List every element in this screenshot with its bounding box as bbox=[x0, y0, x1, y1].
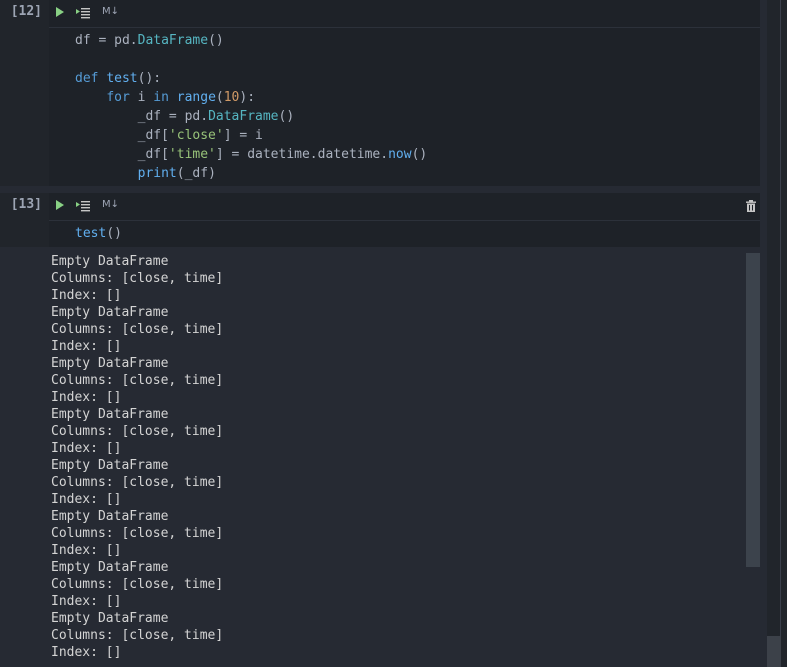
cell-toolbar: M↓ bbox=[49, 193, 760, 221]
code-editor[interactable]: df = pd.DataFrame() def test(): for i in… bbox=[75, 31, 427, 183]
trash-icon[interactable] bbox=[744, 199, 758, 213]
code-cell-13[interactable]: [13] M↓ test() bbox=[0, 193, 760, 247]
output-scroll-thumb[interactable] bbox=[746, 253, 760, 567]
code-line-6: _df['close'] = i bbox=[75, 128, 263, 143]
run-cell-icon[interactable] bbox=[56, 7, 64, 17]
output-text: Empty DataFrame Columns: [close, time] I… bbox=[51, 254, 224, 660]
cell-gutter bbox=[0, 0, 49, 186]
run-cell-icon[interactable] bbox=[56, 200, 64, 210]
execution-count: [13] bbox=[10, 197, 42, 212]
cell-toolbar: M↓ bbox=[49, 0, 760, 28]
code-line-1: test() bbox=[75, 226, 122, 241]
markdown-toggle-button[interactable]: M↓ bbox=[102, 6, 119, 17]
code-line-1: df = pd.DataFrame() bbox=[75, 33, 224, 48]
code-cell-12[interactable]: [12] M↓ df = pd.DataFrame() def test(): … bbox=[0, 0, 760, 186]
code-line-7: _df['time'] = datetime.datetime.now() bbox=[75, 147, 428, 162]
code-line-8: print(_df) bbox=[137, 166, 216, 181]
output-scrollbar[interactable] bbox=[746, 253, 760, 567]
code-line-3: def test(): bbox=[75, 71, 162, 86]
page-scroll-thumb[interactable] bbox=[767, 636, 781, 667]
page-scroll-divider bbox=[780, 0, 781, 667]
run-by-line-icon[interactable] bbox=[76, 199, 90, 213]
code-editor[interactable]: test() bbox=[75, 224, 122, 243]
markdown-toggle-button[interactable]: M↓ bbox=[102, 199, 119, 210]
execution-count: [12] bbox=[10, 4, 42, 19]
code-line-4: for i in range(10): bbox=[106, 90, 256, 105]
code-line-5: _df = pd.DataFrame() bbox=[75, 109, 295, 124]
page-scrollbar[interactable] bbox=[767, 0, 787, 667]
cell-output: Empty DataFrame Columns: [close, time] I… bbox=[0, 247, 767, 667]
run-by-line-icon[interactable] bbox=[76, 6, 90, 20]
